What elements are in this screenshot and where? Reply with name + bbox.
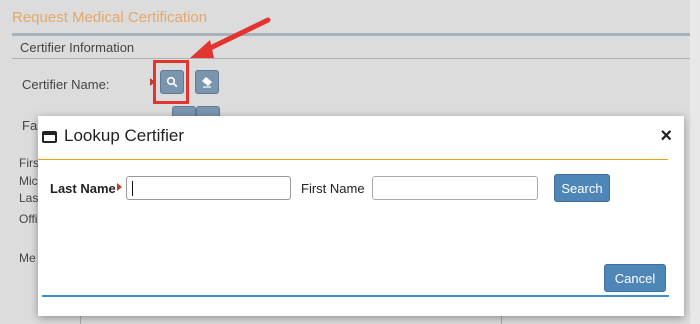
title-divider [12, 33, 700, 36]
highlight-box [153, 60, 189, 104]
window-icon [42, 131, 57, 143]
certifier-clear-button[interactable] [195, 70, 219, 94]
dialog-title: Lookup Certifier [64, 126, 185, 145]
partial-label-me: Me [19, 251, 36, 265]
partial-label-last: Las [19, 191, 39, 205]
partial-label-middle: Mic [19, 174, 38, 188]
red-arrow-icon [190, 17, 271, 58]
partial-label-fa: Fa [22, 118, 38, 133]
eraser-icon [202, 77, 212, 88]
last-name-input[interactable] [126, 176, 291, 200]
partial-label-first: Firs [19, 156, 39, 170]
section-divider [12, 58, 700, 59]
partial-label-office: Offi [19, 212, 38, 226]
right-edge [690, 0, 700, 324]
section-title: Certifier Information [20, 40, 135, 55]
cancel-button[interactable]: Cancel [604, 264, 666, 292]
header-divider [38, 159, 668, 160]
search-button[interactable]: Search [554, 174, 610, 202]
first-name-input[interactable] [372, 176, 538, 200]
last-name-label: Last Name [50, 181, 116, 196]
close-button[interactable]: × [660, 126, 672, 146]
certifier-name-label: Certifier Name: [22, 77, 110, 92]
required-marker [117, 183, 122, 191]
dialog-header: Lookup Certifier × [38, 116, 684, 156]
footer-divider [42, 295, 669, 297]
first-name-label: First Name [301, 181, 365, 196]
lookup-certifier-dialog: Lookup Certifier × Last Name First Name … [38, 116, 684, 316]
page-title: Request Medical Certification [12, 9, 208, 26]
text-caret [132, 181, 133, 196]
